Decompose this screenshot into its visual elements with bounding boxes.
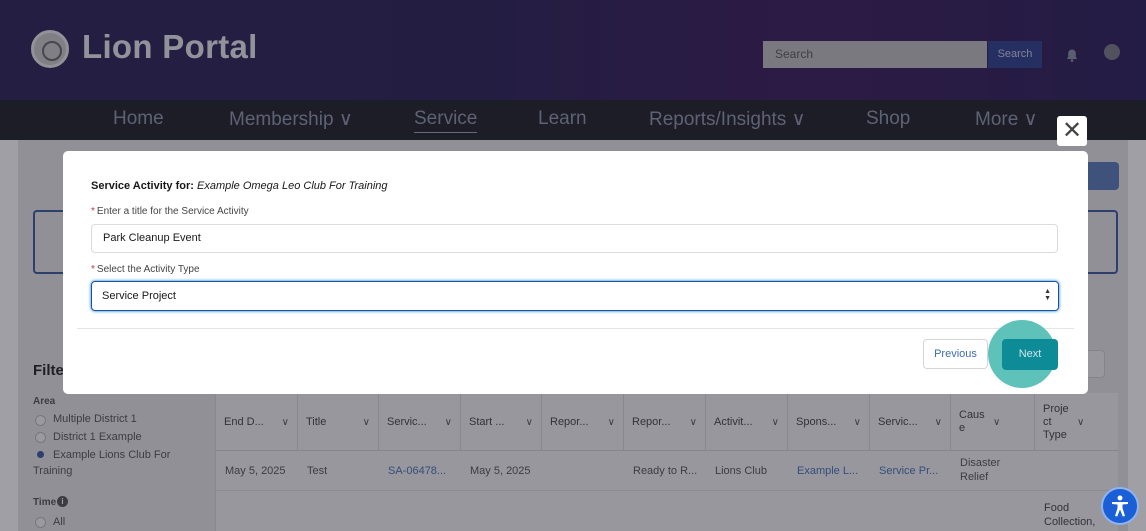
- close-modal-button[interactable]: ✕: [1057, 116, 1087, 146]
- activity-title-input[interactable]: Park Cleanup Event: [91, 224, 1058, 253]
- heading-prefix: Service Activity for:: [91, 180, 194, 192]
- previous-button[interactable]: Previous: [923, 339, 988, 369]
- service-activity-modal: Service Activity for: Example Omega Leo …: [63, 151, 1088, 394]
- next-button[interactable]: Next: [1002, 339, 1058, 370]
- modal-footer-divider: [77, 328, 1074, 329]
- activity-type-value: Service Project: [102, 290, 176, 302]
- type-field-label: * Select the Activity Type: [91, 264, 200, 275]
- required-marker: *: [91, 206, 95, 217]
- accessibility-icon: [1112, 495, 1128, 517]
- activity-type-select[interactable]: Service Project ▲ ▼: [91, 281, 1059, 311]
- title-field-label: * Enter a title for the Service Activity: [91, 206, 249, 217]
- select-arrows-icon: ▲ ▼: [1044, 288, 1051, 302]
- heading-club-name: Example Omega Leo Club For Training: [196, 180, 388, 192]
- accessibility-button[interactable]: [1101, 487, 1139, 525]
- required-marker: *: [91, 264, 95, 275]
- modal-heading: Service Activity for: Example Omega Leo …: [91, 180, 388, 192]
